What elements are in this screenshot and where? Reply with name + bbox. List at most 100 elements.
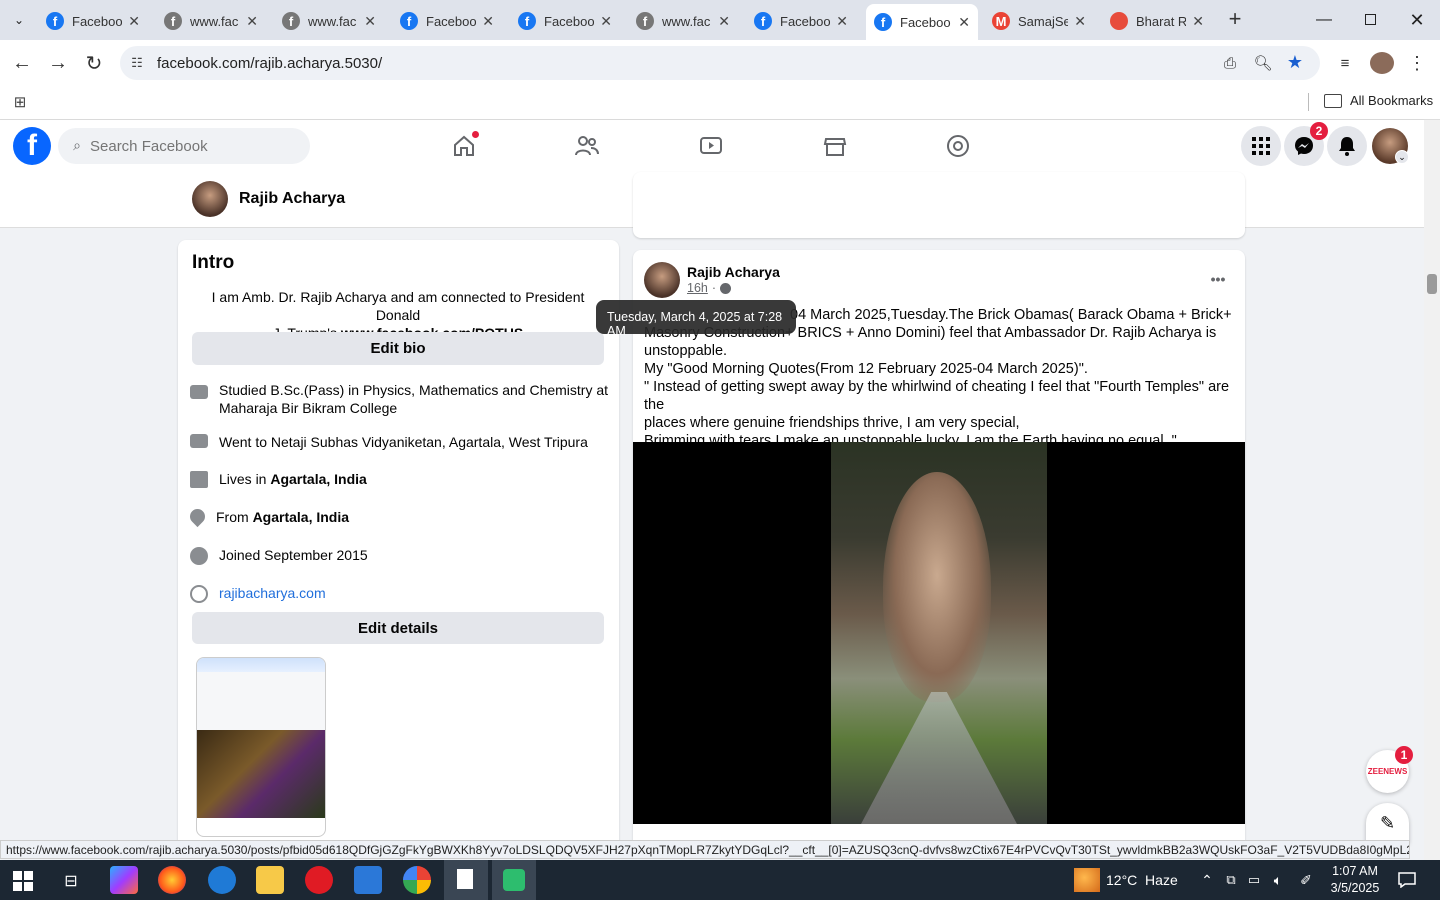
download-app-taskbar-item[interactable] — [492, 860, 536, 900]
education-cap-icon — [190, 434, 208, 448]
firefox-icon[interactable] — [158, 866, 186, 894]
profile-avatar[interactable] — [192, 181, 228, 217]
volume-icon[interactable]: 🔈︎ — [1268, 870, 1288, 890]
tab-close-icon[interactable]: ✕ — [836, 13, 848, 30]
search-input[interactable] — [90, 136, 290, 156]
tab-close-icon[interactable]: ✕ — [600, 13, 612, 30]
tab-close-icon[interactable]: ✕ — [1074, 13, 1086, 30]
post-author-name[interactable]: Rajib Acharya — [687, 264, 780, 280]
restore-icon[interactable] — [1360, 9, 1380, 29]
notifications-center-icon[interactable] — [1396, 870, 1418, 890]
task-view-icon[interactable]: ⊟ — [60, 870, 82, 892]
browser-tab[interactable]: f www.fac ✕ — [628, 6, 738, 36]
account-chevron-icon[interactable]: ⌄ — [1395, 150, 1409, 164]
tab-title: www.fac — [662, 13, 711, 29]
app-icon[interactable] — [208, 866, 236, 894]
clock[interactable]: 1:07 AM 3/5/2025 — [1322, 863, 1388, 897]
browser-tab[interactable]: f www.fac ✕ — [156, 6, 266, 36]
browser-menu-icon[interactable]: ⋮ — [1408, 52, 1426, 74]
browser-tab[interactable]: f Faceboo ✕ — [746, 6, 856, 36]
menu-grid-icon[interactable] — [1241, 126, 1281, 166]
browser-tab[interactable]: f www.fac ✕ — [274, 6, 384, 36]
edit-bio-button[interactable]: Edit bio — [192, 332, 604, 365]
browser-toolbar: ← → ↻ ☷ facebook.com/rajib.acharya.5030/… — [0, 40, 1440, 86]
minimize-icon[interactable]: — — [1312, 8, 1336, 32]
marketplace-icon[interactable] — [821, 132, 849, 160]
bookmark-star-icon[interactable]: ★ — [1285, 52, 1305, 72]
media-control-icon[interactable]: ≡ — [1334, 52, 1356, 74]
profile-name[interactable]: Rajib Acharya — [239, 190, 345, 208]
friends-icon[interactable] — [573, 132, 601, 160]
copilot-icon[interactable] — [110, 866, 138, 894]
browser-tab[interactable]: f Faceboo ✕ — [392, 6, 502, 36]
page-scrollbar[interactable] — [1424, 120, 1440, 860]
browser-profile-avatar[interactable] — [1370, 52, 1394, 74]
pen-icon[interactable]: ✐ — [1296, 870, 1316, 890]
from-place[interactable]: Agartala, India — [253, 509, 349, 525]
tab-close-icon[interactable]: ✕ — [1192, 13, 1204, 30]
chrome-icon[interactable] — [403, 866, 431, 894]
went-to-text[interactable]: Went to Netaji Subhas Vidyaniketan, Agar… — [219, 434, 588, 450]
website-link[interactable]: rajibacharya.com — [219, 585, 326, 601]
gaming-icon[interactable] — [944, 132, 972, 160]
previous-post-card — [633, 172, 1245, 238]
browser-tab[interactable]: f Faceboo ✕ — [38, 6, 148, 36]
post-time[interactable]: 16h — [687, 281, 708, 295]
tray-app-icon[interactable]: ⧉ — [1222, 870, 1240, 890]
back-icon[interactable]: ← — [10, 52, 34, 74]
all-bookmarks[interactable]: All Bookmarks — [1324, 93, 1433, 108]
tab-close-icon[interactable]: ✕ — [364, 13, 376, 30]
new-tab-icon[interactable]: + — [1224, 6, 1246, 31]
browser-tab[interactable]: M SamajSe ✕ — [984, 6, 1094, 36]
install-icon[interactable]: ⎙ — [1220, 53, 1240, 73]
forward-icon[interactable]: → — [46, 52, 70, 74]
tray-chevron-icon[interactable]: ⌃ — [1198, 870, 1216, 890]
tab-close-icon[interactable]: ✕ — [128, 13, 140, 30]
tab-title: www.fac — [190, 13, 239, 29]
tab-title: SamajSe — [1018, 13, 1069, 29]
studied-line2[interactable]: Maharaja Bir Bikram College — [219, 400, 397, 416]
post-image[interactable] — [633, 442, 1245, 824]
site-icon — [1110, 12, 1128, 30]
public-globe-icon — [720, 282, 732, 294]
browser-tab[interactable]: f Faceboo ✕ — [866, 4, 978, 40]
apps-grid-icon[interactable]: ⊞ — [10, 92, 30, 112]
post-more-icon[interactable]: ••• — [1204, 268, 1232, 290]
facebook-logo-icon[interactable]: f — [13, 127, 51, 165]
browser-tab[interactable]: f Faceboo ✕ — [510, 6, 620, 36]
new-message-icon[interactable]: ✎ — [1366, 803, 1409, 843]
featured-photo[interactable] — [196, 657, 326, 837]
notepad-taskbar-item[interactable] — [444, 860, 488, 900]
reload-icon[interactable]: ↻ — [82, 52, 106, 75]
notifications-bell-icon[interactable] — [1327, 126, 1367, 166]
watch-icon[interactable] — [697, 132, 725, 160]
file-explorer-icon[interactable] — [256, 866, 284, 894]
zoom-icon[interactable]: 🔍︎ — [1253, 53, 1273, 73]
tab-close-icon[interactable]: ✕ — [718, 13, 730, 30]
browser-tab[interactable]: Bharat R ✕ — [1102, 6, 1212, 36]
post-line: " Instead of getting swept away by the w… — [644, 379, 1234, 413]
close-window-icon[interactable]: ✕ — [1405, 8, 1429, 32]
edit-details-button[interactable]: Edit details — [192, 612, 604, 644]
tab-close-icon[interactable]: ✕ — [482, 13, 494, 30]
opera-icon[interactable] — [305, 866, 333, 894]
from-prefix: From — [216, 509, 253, 525]
store-icon[interactable] — [354, 866, 382, 894]
address-bar[interactable]: ☷ facebook.com/rajib.acharya.5030/ ⎙ 🔍︎ … — [120, 46, 1320, 80]
post-author-avatar[interactable] — [644, 262, 680, 298]
search-box[interactable]: ⌕ — [58, 128, 310, 164]
site-info-icon[interactable]: ☷ — [128, 54, 146, 72]
tab-search-icon[interactable]: ⌄ — [8, 10, 30, 30]
network-icon[interactable]: ▭ — [1244, 870, 1264, 890]
scrollbar-thumb[interactable] — [1427, 274, 1437, 294]
post-image-portrait — [831, 442, 1047, 824]
facebook-icon: f — [282, 12, 300, 30]
tab-title: Faceboo — [72, 13, 123, 29]
intro-from: From Agartala, India — [186, 505, 349, 528]
windows-start-icon[interactable] — [12, 870, 34, 892]
folder-icon — [1324, 93, 1342, 108]
tab-close-icon[interactable]: ✕ — [246, 13, 258, 30]
tab-close-icon[interactable]: ✕ — [958, 14, 970, 31]
weather-text[interactable]: 12°C Haze — [1106, 872, 1178, 888]
lives-place[interactable]: Agartala, India — [270, 471, 366, 487]
